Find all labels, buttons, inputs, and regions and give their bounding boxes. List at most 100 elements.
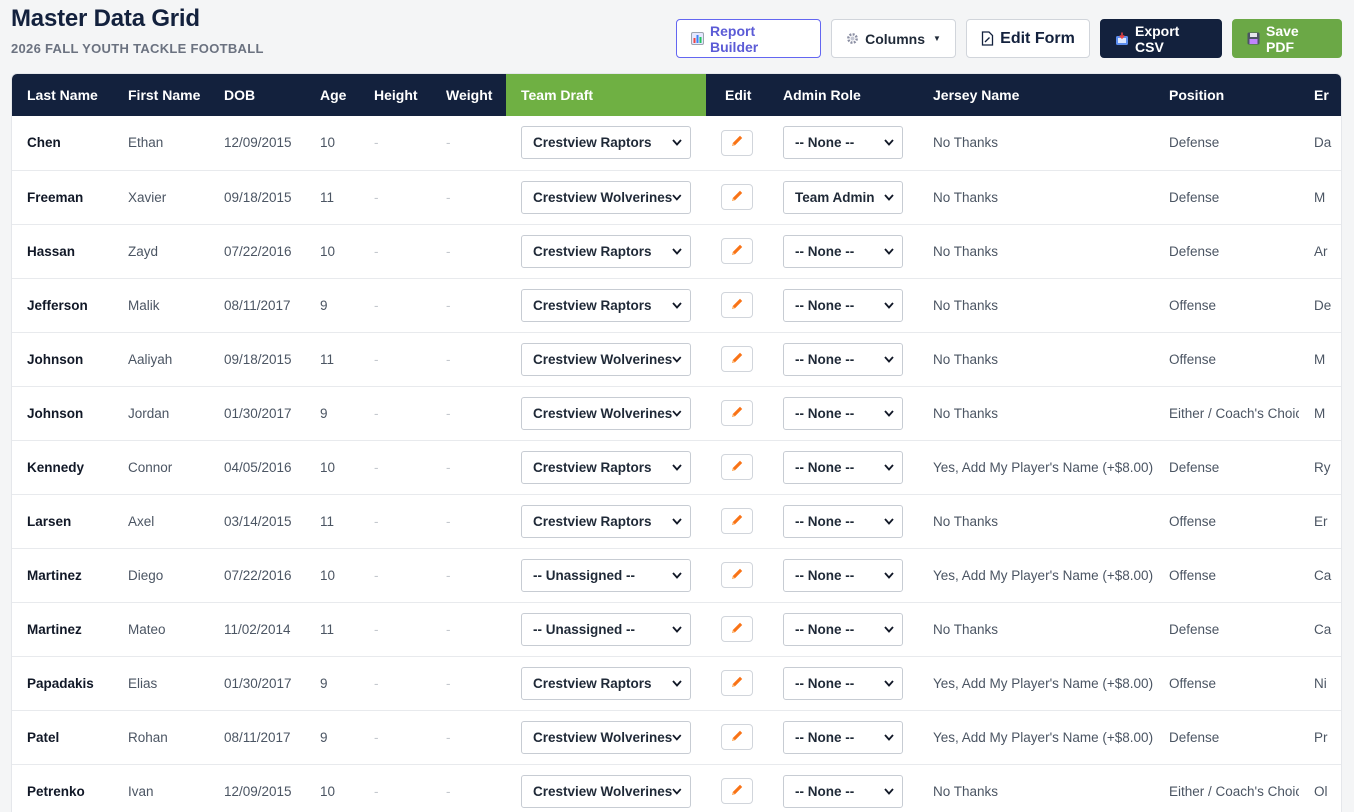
team-draft-select[interactable]: Crestview Wolverines	[521, 342, 691, 376]
col-header-first-name[interactable]: First Name	[113, 74, 209, 116]
team-draft-select[interactable]: Crestview Wolverines	[521, 180, 691, 214]
col-header-weight[interactable]: Weight	[431, 74, 506, 116]
admin-role-select[interactable]: -- None --	[783, 774, 903, 808]
columns-button[interactable]: Columns ▼	[831, 19, 956, 58]
col-header-position[interactable]: Position	[1154, 74, 1299, 116]
col-header-last-name[interactable]: Last Name	[12, 74, 113, 116]
team-draft-select[interactable]: -- Unassigned --	[521, 558, 691, 592]
cell-edit	[706, 656, 768, 710]
admin-role-select[interactable]: -- None --	[783, 126, 903, 160]
edit-row-button[interactable]	[721, 400, 753, 426]
cell-dob: 09/18/2015	[224, 351, 292, 367]
admin-role-select[interactable]: -- None --	[783, 504, 903, 538]
pencil-icon	[730, 621, 744, 638]
col-header-age[interactable]: Age	[305, 74, 359, 116]
edit-form-label: Edit Form	[1000, 29, 1075, 47]
caret-down-icon: ▼	[932, 34, 941, 43]
admin-role-value: Team Admin	[795, 189, 875, 205]
cell-dob: 07/22/2016	[224, 243, 292, 259]
col-header-dob[interactable]: DOB	[209, 74, 305, 116]
edit-row-button[interactable]	[721, 129, 753, 156]
cell-height: -	[374, 783, 379, 799]
team-draft-select[interactable]: Crestview Raptors	[521, 288, 691, 322]
team-draft-select[interactable]: -- Unassigned --	[521, 612, 691, 646]
cell-position: Defense	[1169, 621, 1220, 637]
team-draft-select[interactable]: Crestview Raptors	[521, 450, 691, 484]
cell-position: Defense	[1169, 243, 1220, 259]
cell-jersey-name: Yes, Add My Player's Name (+$8.00)	[933, 459, 1154, 475]
cell-extra: Ar	[1314, 243, 1328, 259]
admin-role-select[interactable]: -- None --	[783, 720, 903, 754]
cell-jersey-name: Yes, Add My Player's Name (+$8.00)	[933, 729, 1154, 745]
col-header-height[interactable]: Height	[359, 74, 431, 116]
admin-role-select[interactable]: -- None --	[783, 666, 903, 700]
report-builder-button[interactable]: Report Builder	[676, 19, 821, 58]
edit-row-button[interactable]	[721, 670, 753, 696]
cell-jersey-name: No Thanks	[933, 135, 999, 151]
cell-weight: -	[446, 567, 451, 583]
admin-role-select[interactable]: -- None --	[783, 234, 903, 268]
cell-admin-role: -- None --	[768, 116, 918, 170]
team-draft-select[interactable]: Crestview Raptors	[521, 504, 691, 538]
admin-role-select[interactable]: -- None --	[783, 450, 903, 484]
chevron-down-icon	[672, 733, 682, 741]
team-draft-select[interactable]: Crestview Wolverines	[521, 774, 691, 808]
cell-last-name: Petrenko	[27, 783, 85, 799]
cell-position: Either / Coach's Choice	[1169, 405, 1299, 421]
admin-role-select[interactable]: -- None --	[783, 612, 903, 646]
cell-edit	[706, 764, 768, 812]
admin-role-select[interactable]: -- None --	[783, 288, 903, 322]
cell-edit	[706, 332, 768, 386]
cell-last-name: Johnson	[27, 351, 84, 367]
save-disk-icon	[1247, 32, 1260, 45]
admin-role-value: -- None --	[795, 567, 855, 583]
cell-extra: Pr	[1314, 729, 1328, 745]
admin-role-select[interactable]: -- None --	[783, 558, 903, 592]
admin-role-value: -- None --	[795, 297, 855, 313]
cell-height: -	[374, 135, 379, 151]
team-draft-select[interactable]: Crestview Raptors	[521, 234, 691, 268]
team-draft-select[interactable]: Crestview Wolverines	[521, 396, 691, 430]
cell-edit	[706, 386, 768, 440]
edit-row-button[interactable]	[721, 778, 753, 804]
col-header-team-draft[interactable]: Team Draft	[506, 74, 706, 116]
cell-height: -	[374, 351, 379, 367]
export-icon	[1115, 32, 1129, 46]
save-pdf-button[interactable]: Save PDF	[1232, 19, 1342, 58]
chevron-down-icon	[672, 409, 682, 417]
edit-row-button[interactable]	[721, 292, 753, 318]
team-draft-select[interactable]: Crestview Raptors	[521, 666, 691, 700]
col-header-edit[interactable]: Edit	[706, 74, 768, 116]
pencil-icon	[730, 513, 744, 530]
edit-row-button[interactable]	[721, 616, 753, 642]
edit-row-button[interactable]	[721, 724, 753, 750]
col-header-extra[interactable]: Er	[1299, 74, 1341, 116]
cell-extra: Ni	[1314, 675, 1327, 691]
edit-row-button[interactable]	[721, 562, 753, 588]
edit-row-button[interactable]	[721, 184, 753, 210]
edit-row-button[interactable]	[721, 238, 753, 264]
cell-first-name: Elias	[128, 675, 158, 691]
admin-role-select[interactable]: -- None --	[783, 342, 903, 376]
admin-role-value: -- None --	[795, 459, 855, 475]
cell-height: -	[374, 243, 379, 259]
cell-dob: 01/30/2017	[224, 675, 292, 691]
cell-dob: 07/22/2016	[224, 567, 292, 583]
edit-row-button[interactable]	[721, 508, 753, 534]
admin-role-select[interactable]: -- None --	[783, 396, 903, 430]
edit-row-button[interactable]	[721, 454, 753, 480]
cell-weight: -	[446, 513, 451, 529]
team-draft-value: Crestview Wolverines	[533, 729, 673, 745]
cell-team-draft: Crestview Wolverines	[506, 170, 706, 224]
admin-role-select[interactable]: Team Admin	[783, 180, 903, 214]
edit-row-button[interactable]	[721, 346, 753, 372]
col-header-jersey-name[interactable]: Jersey Name	[918, 74, 1154, 116]
team-draft-select[interactable]: Crestview Wolverines	[521, 720, 691, 754]
edit-form-button[interactable]: Edit Form	[966, 19, 1090, 58]
export-csv-button[interactable]: Export CSV	[1100, 19, 1222, 58]
cell-edit	[706, 602, 768, 656]
col-header-admin-role[interactable]: Admin Role	[768, 74, 918, 116]
table-row: Petrenko Ivan 12/09/2015 10 - - Crestview Wolv…	[12, 764, 1341, 812]
cell-team-draft: Crestview Raptors	[506, 656, 706, 710]
team-draft-select[interactable]: Crestview Raptors	[521, 126, 691, 160]
